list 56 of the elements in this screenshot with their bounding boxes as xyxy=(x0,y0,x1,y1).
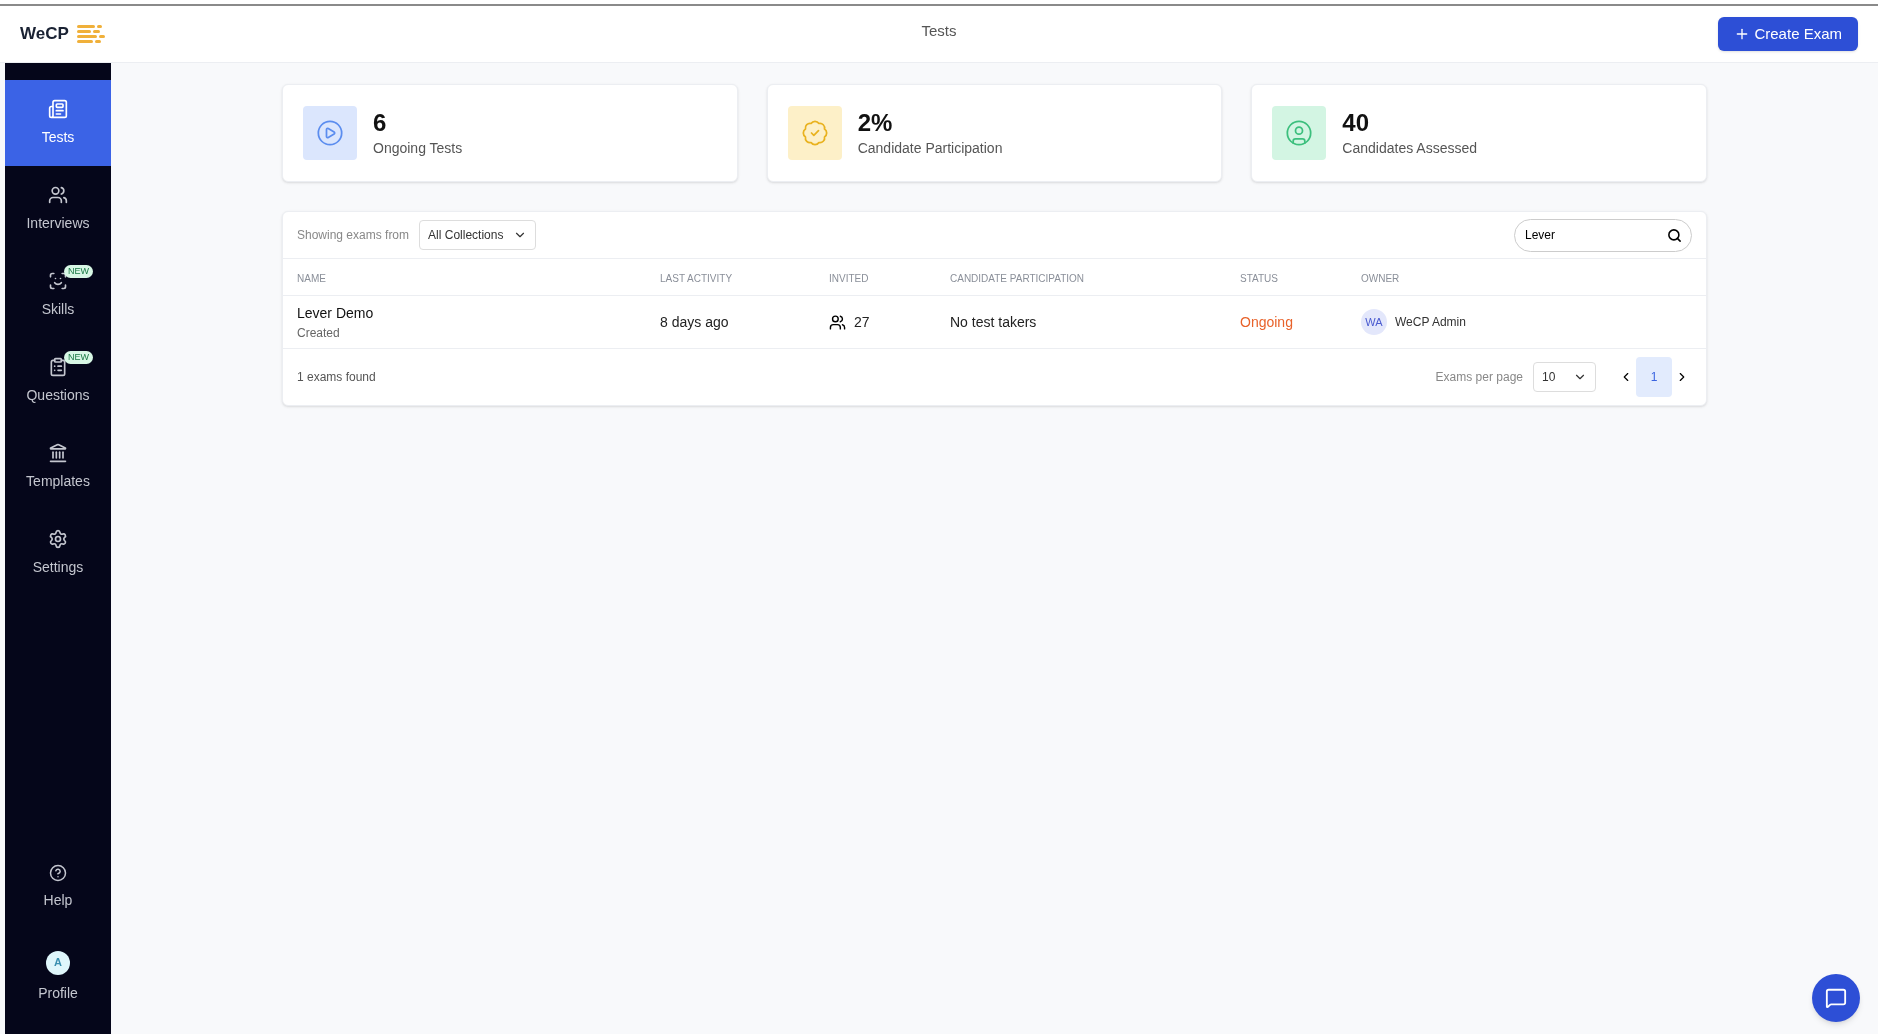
column-header: STATUS xyxy=(1240,273,1278,284)
new-badge: NEW xyxy=(64,351,93,364)
create-exam-button[interactable]: Create Exam xyxy=(1718,17,1858,51)
owner-name: WeCP Admin xyxy=(1395,314,1466,331)
stat-value: 40 xyxy=(1342,107,1371,138)
sidebar-item[interactable]: Settings xyxy=(5,510,111,596)
filter-label: Showing exams from xyxy=(297,227,410,244)
settings-icon xyxy=(48,528,68,549)
sidebar-item[interactable]: Templates xyxy=(5,424,111,510)
sidebar-item[interactable]: Tests xyxy=(5,80,111,166)
stat-value: 6 xyxy=(373,107,388,138)
column-header: CANDIDATE PARTICIPATION xyxy=(950,273,1085,284)
table-cell: No test takers xyxy=(950,314,1037,330)
column-header: LAST ACTIVITY xyxy=(660,273,733,284)
newspaper-icon xyxy=(48,98,68,119)
avatar: A xyxy=(46,950,70,975)
clipboard-icon xyxy=(48,356,68,377)
per-page-dropdown[interactable]: 10 xyxy=(1533,362,1596,392)
exam-state: Created xyxy=(297,324,341,342)
help-icon xyxy=(49,863,67,882)
logo-text: WeCP xyxy=(20,23,69,46)
stat-label: Ongoing Tests xyxy=(373,138,463,158)
search-field[interactable]: Lever xyxy=(1514,218,1692,252)
scan-icon xyxy=(48,270,68,291)
results-count: 1 exams found xyxy=(297,369,376,386)
column-header: INVITED xyxy=(829,273,869,284)
check-badge-icon xyxy=(800,119,829,147)
page-title: Tests xyxy=(921,20,957,41)
stat-label: Candidates Assessed xyxy=(1342,138,1477,158)
sidebar-item[interactable]: NEW Questions xyxy=(5,338,111,424)
chat-icon xyxy=(1825,987,1847,1009)
search-icon xyxy=(1667,227,1682,243)
status-text: Ongoing xyxy=(1240,314,1293,330)
people-icon xyxy=(48,184,68,205)
column-header: OWNER xyxy=(1361,273,1400,284)
exam-name[interactable]: Lever Demo xyxy=(297,302,660,324)
table-cell: 8 days ago xyxy=(660,314,729,330)
collection-dropdown[interactable]: All Collections xyxy=(419,220,537,250)
per-page-label: Exams per page xyxy=(1435,369,1523,386)
page-button[interactable]: 1 xyxy=(1636,357,1672,397)
sidebar-item[interactable]: NEW Skills xyxy=(5,252,111,338)
user-icon xyxy=(1285,119,1314,147)
owner-avatar: WA xyxy=(1361,309,1387,335)
stat-value: 2% xyxy=(857,107,894,138)
people-icon xyxy=(829,313,846,331)
sidebar-item[interactable]: Interviews xyxy=(5,166,111,252)
building-icon xyxy=(48,442,68,463)
stat-label: Candidate Participation xyxy=(857,138,1003,158)
column-header: NAME xyxy=(297,273,326,284)
logo-icon xyxy=(76,24,107,44)
table-cell-text: 27 xyxy=(854,312,870,332)
sidebar-item[interactable]: A Profile xyxy=(5,932,111,1022)
play-icon xyxy=(316,119,344,147)
sidebar-item[interactable]: Help xyxy=(5,842,111,932)
new-badge: NEW xyxy=(64,265,93,278)
chat-button[interactable] xyxy=(1812,974,1860,1022)
